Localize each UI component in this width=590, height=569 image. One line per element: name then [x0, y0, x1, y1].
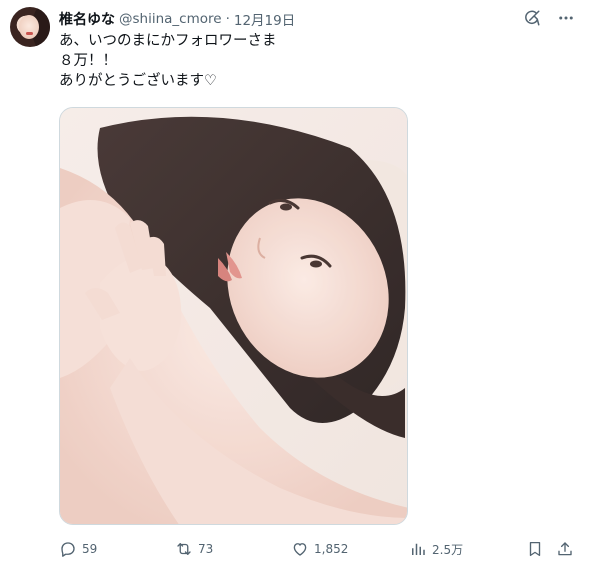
- share-icon: [556, 540, 574, 558]
- avatar[interactable]: [10, 7, 50, 47]
- heart-icon: [291, 540, 309, 558]
- tweet-text: あ、いつのまにかフォロワーさま ８万！！ ありがとうございます♡: [59, 31, 559, 91]
- separator-dot: ·: [225, 11, 230, 27]
- more-icon[interactable]: [556, 8, 576, 28]
- tweet-photo[interactable]: [59, 107, 408, 525]
- views-count: 2.5万: [432, 542, 464, 557]
- analytics-icon: [409, 540, 427, 558]
- bookmark-button[interactable]: [526, 538, 544, 560]
- retweet-icon: [175, 540, 193, 558]
- tweet-text-line: ８万！！: [59, 53, 117, 69]
- grok-icon[interactable]: [522, 8, 542, 28]
- retweet-button[interactable]: 73: [175, 538, 213, 560]
- bookmark-icon: [526, 540, 544, 558]
- tweet-action-bar: 59 73 1,852 2.5万: [59, 538, 579, 560]
- tweet-top-actions: [522, 8, 576, 28]
- like-count: 1,852: [314, 542, 349, 556]
- tweet-text-line: あ、いつのまにかフォロワーさま: [59, 33, 277, 49]
- views-button[interactable]: 2.5万: [409, 538, 463, 560]
- like-button[interactable]: 1,852: [291, 538, 348, 560]
- author-display-name[interactable]: 椎名ゆな: [59, 9, 115, 29]
- reply-button[interactable]: 59: [59, 538, 97, 560]
- author-handle[interactable]: @shiina_cmore: [119, 11, 222, 27]
- tweet-date[interactable]: 12月19日: [234, 9, 295, 29]
- reply-count: 59: [82, 542, 98, 556]
- tweet-text-line: ありがとうございます♡: [59, 73, 217, 89]
- tweet-card[interactable]: 椎名ゆな @shiina_cmore · 12月19日 あ、いつのまにかフォロワ…: [0, 0, 590, 569]
- tweet-header: 椎名ゆな @shiina_cmore · 12月19日: [59, 9, 295, 29]
- share-button[interactable]: [556, 538, 574, 560]
- reply-icon: [59, 540, 77, 558]
- retweet-count: 73: [198, 542, 214, 556]
